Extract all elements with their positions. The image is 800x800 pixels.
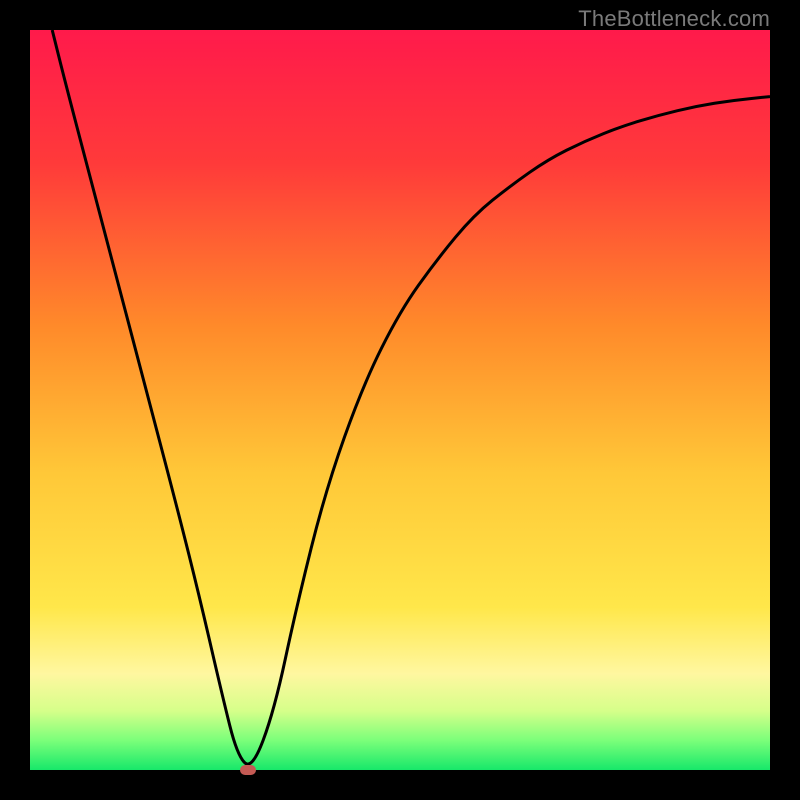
chart-frame: TheBottleneck.com (0, 0, 800, 800)
plot-area (30, 30, 770, 770)
optimum-marker (240, 765, 256, 775)
bottleneck-curve (30, 30, 770, 770)
watermark-text: TheBottleneck.com (578, 6, 770, 32)
